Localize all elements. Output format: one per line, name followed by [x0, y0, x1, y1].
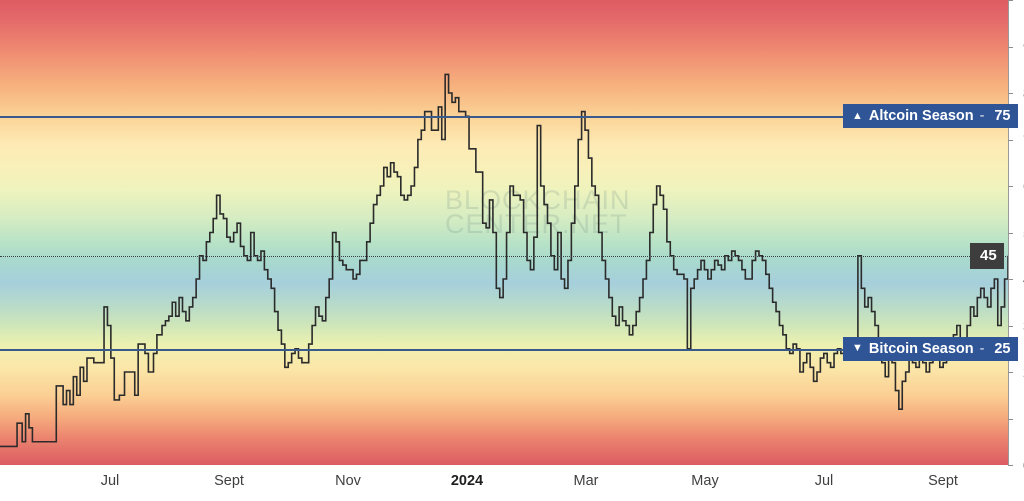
- bitcoin-season-badge[interactable]: ▼ Bitcoin Season - 25: [843, 336, 1018, 361]
- y-tick-40: [1008, 279, 1013, 280]
- triangle-down-icon: ▼: [852, 342, 863, 355]
- y-tick-80: [1008, 93, 1013, 94]
- y-axis: [1008, 0, 1024, 466]
- x-tick-label-2024: 2024: [450, 473, 484, 489]
- y-tick-30: [1008, 325, 1013, 327]
- x-tick-label-jul: Jul: [100, 473, 120, 489]
- x-tick-label-jul: Jul: [814, 473, 834, 489]
- chart-plot-area: BLOCKCHAIN CENTER.NET: [0, 0, 1008, 465]
- altcoin-season-index-chart: BLOCKCHAIN CENTER.NET 010203040506070809…: [0, 0, 1024, 501]
- y-tick-10: [1008, 418, 1013, 420]
- bitcoin-season-value: 25: [994, 340, 1011, 357]
- altcoin-separator: -: [979, 108, 985, 125]
- y-tick-100: [1008, 0, 1013, 1]
- altcoin-season-badge[interactable]: ▲ Altcoin Season - 75: [843, 104, 1018, 129]
- bitcoin-separator: -: [979, 340, 985, 357]
- index-line-series: [0, 73, 1008, 448]
- y-tick-20: [1008, 372, 1013, 373]
- bitcoin-season-label: Bitcoin Season: [868, 340, 974, 357]
- index-line-path: [0, 73, 1008, 448]
- threshold-line-45: [0, 255, 1008, 257]
- x-axis-labels: Jul Sept Nov 2024 Mar May Jul Sept: [0, 465, 1008, 501]
- y-tick-70: [1008, 139, 1013, 141]
- x-tick-label-may: May: [691, 473, 719, 489]
- y-tick-50: [1008, 232, 1013, 234]
- x-tick-label-mar: Mar: [573, 473, 599, 489]
- y-tick-60: [1008, 186, 1013, 187]
- x-tick-label-nov: Nov: [335, 473, 361, 489]
- x-tick-label-sept: Sept: [214, 473, 244, 489]
- y-tick-0: [1008, 465, 1013, 466]
- x-tick-label-sept: Sept: [928, 473, 958, 489]
- altcoin-season-label: Altcoin Season: [868, 108, 974, 125]
- triangle-up-icon: ▲: [852, 109, 863, 122]
- current-value-badge: 45: [970, 242, 1004, 269]
- altcoin-season-value: 75: [994, 108, 1011, 125]
- y-tick-90: [1008, 46, 1013, 48]
